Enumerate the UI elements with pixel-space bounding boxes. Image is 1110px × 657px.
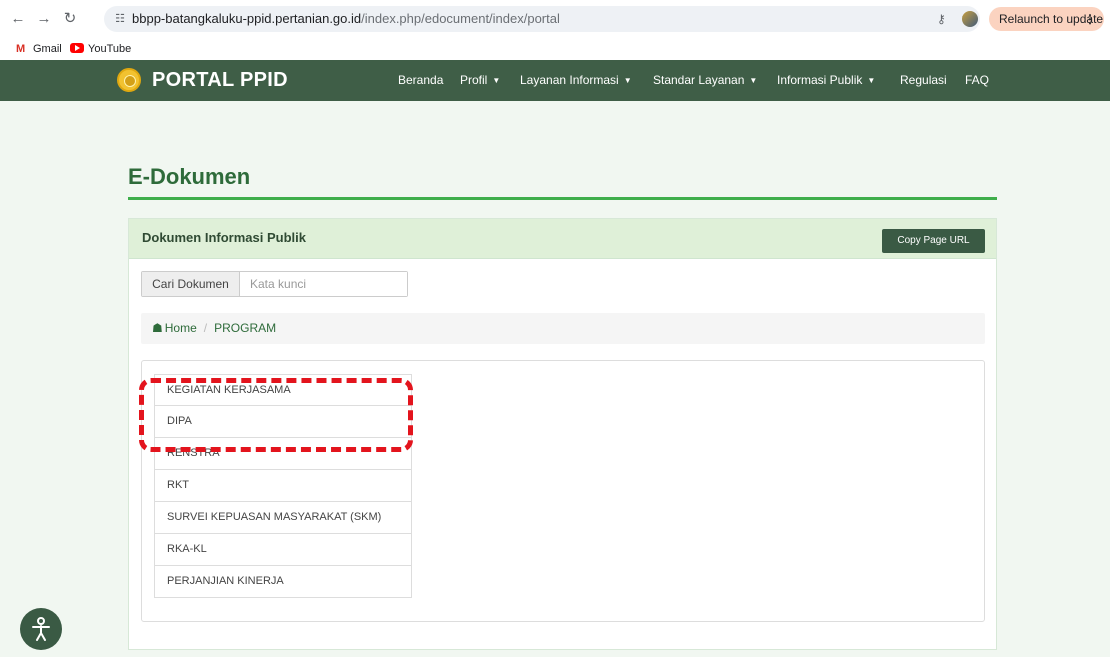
- copy-page-url-button[interactable]: Copy Page URL: [882, 229, 985, 253]
- menu-dots-icon: ⋮: [1084, 12, 1096, 26]
- back-icon[interactable]: ←: [8, 9, 28, 29]
- breadcrumb-current: PROGRAM: [214, 321, 277, 335]
- url-host: bbpp-batangkaluku-ppid.pertanian.go.id: [132, 11, 362, 26]
- url-path: /index.php/edocument/index/portal: [361, 11, 560, 26]
- documents-box: KEGIATAN KERJASAMA DIPA RENSTRA RKT SURV…: [141, 360, 985, 622]
- bookmark-label: Gmail: [33, 43, 62, 55]
- bookmarks-bar: M Gmail YouTube: [0, 38, 1110, 60]
- search-input[interactable]: [241, 272, 407, 296]
- document-item-rkt[interactable]: RKT: [154, 470, 412, 502]
- nav-informasi-publik[interactable]: Informasi Publik ▼: [777, 60, 875, 101]
- document-item-rka-kl[interactable]: RKA-KL: [154, 534, 412, 566]
- home-icon: ☗: [152, 321, 163, 335]
- caret-down-icon: ▼: [749, 76, 758, 85]
- nav-standar-layanan[interactable]: Standar Layanan ▼: [653, 60, 757, 101]
- youtube-icon: [70, 43, 84, 53]
- caret-down-icon: ▼: [867, 76, 876, 85]
- accessibility-icon: [32, 617, 50, 641]
- forward-icon[interactable]: →: [34, 9, 54, 29]
- search-addon-label: Cari Dokumen: [142, 272, 240, 296]
- logo-icon[interactable]: [117, 68, 141, 92]
- documents-panel: Dokumen Informasi Publik Copy Page URL C…: [128, 218, 997, 650]
- breadcrumb-separator: /: [203, 321, 208, 335]
- browser-toolbar: ← → ↻ ☷ bbpp-batangkaluku-ppid.pertanian…: [0, 0, 1110, 38]
- caret-down-icon: ▼: [623, 76, 632, 85]
- profile-avatar[interactable]: [962, 11, 978, 27]
- document-item-dipa[interactable]: DIPA: [154, 406, 412, 438]
- relaunch-button[interactable]: Relaunch to update ⋮: [989, 7, 1104, 31]
- caret-down-icon: ▼: [492, 76, 501, 85]
- address-bar[interactable]: ☷ bbpp-batangkaluku-ppid.pertanian.go.id…: [104, 6, 980, 32]
- title-divider: [128, 197, 997, 200]
- nav-profil[interactable]: Profil ▼: [460, 60, 500, 101]
- site-info-icon[interactable]: ☷: [112, 11, 128, 27]
- breadcrumb: ☗ Home / PROGRAM: [141, 313, 985, 344]
- brand-title[interactable]: PORTAL PPID: [152, 60, 288, 101]
- bookmark-gmail[interactable]: M Gmail: [16, 41, 62, 57]
- document-item-skm[interactable]: SURVEI KEPUASAN MASYARAKAT (SKM): [154, 502, 412, 534]
- breadcrumb-home[interactable]: Home: [165, 321, 197, 335]
- panel-title: Dokumen Informasi Publik: [142, 230, 306, 245]
- password-key-icon[interactable]: ⚷: [937, 10, 946, 28]
- document-item-kegiatan-kerjasama[interactable]: KEGIATAN KERJASAMA: [154, 374, 412, 406]
- nav-beranda[interactable]: Beranda: [398, 60, 443, 101]
- site-navbar: PORTAL PPID Beranda Profil ▼ Layanan Info…: [0, 60, 1110, 101]
- nav-faq[interactable]: FAQ: [965, 60, 989, 101]
- accessibility-button[interactable]: [20, 608, 62, 650]
- search-group: Cari Dokumen: [141, 271, 408, 297]
- document-list: KEGIATAN KERJASAMA DIPA RENSTRA RKT SURV…: [154, 374, 412, 598]
- nav-regulasi[interactable]: Regulasi: [900, 60, 947, 101]
- document-item-renstra[interactable]: RENSTRA: [154, 438, 412, 470]
- reload-icon[interactable]: ↻: [60, 9, 80, 29]
- bookmark-youtube[interactable]: YouTube: [70, 41, 131, 57]
- gmail-icon: M: [16, 43, 26, 55]
- url-text: bbpp-batangkaluku-ppid.pertanian.go.id/i…: [132, 6, 560, 32]
- bookmark-label: YouTube: [88, 43, 132, 55]
- page-title: E-Dokumen: [128, 164, 251, 189]
- panel-header: Dokumen Informasi Publik Copy Page URL: [129, 219, 996, 259]
- nav-layanan-informasi[interactable]: Layanan Informasi ▼: [520, 60, 632, 101]
- document-item-perjanjian-kinerja[interactable]: PERJANJIAN KINERJA: [154, 566, 412, 598]
